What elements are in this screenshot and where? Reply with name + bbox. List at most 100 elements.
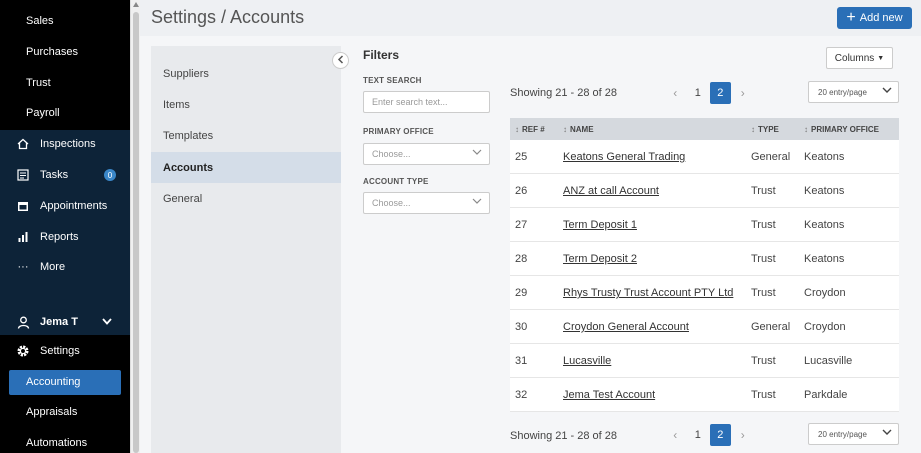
account-name-link[interactable]: Lucasville xyxy=(563,344,611,378)
cell-ref: 27 xyxy=(515,219,528,231)
account-name-link[interactable]: Rhys Trusty Trust Account PTY Ltd xyxy=(563,276,733,310)
per-page-select-bottom[interactable]: 20 entry/page xyxy=(808,423,899,445)
sidebar-item-label: Reports xyxy=(40,231,79,243)
sidebar-item-more[interactable]: ··· More xyxy=(0,252,130,282)
settings-nav-suppliers[interactable]: Suppliers xyxy=(151,58,341,89)
page-2-button[interactable]: 2 xyxy=(710,424,731,446)
column-header-label: TYPE xyxy=(758,124,779,134)
per-page-value: 20 entry/page xyxy=(818,87,867,97)
column-header-type[interactable]: ↕ TYPE xyxy=(751,118,779,140)
primary-office-label: PRIMARY OFFICE xyxy=(363,127,434,136)
sidebar-scrollbar[interactable] xyxy=(130,0,140,453)
page-2-button[interactable]: 2 xyxy=(710,82,731,104)
column-header-primary-office[interactable]: ↕ PRIMARY OFFICE xyxy=(804,118,879,140)
next-page-icon[interactable]: › xyxy=(733,424,754,446)
table-row: 32 Jema Test Account Trust Parkdale xyxy=(510,378,899,412)
collapse-nav-button[interactable] xyxy=(332,52,349,69)
column-header-label: REF # xyxy=(522,124,545,134)
table-row: 31 Lucasville Trust Lucasville xyxy=(510,344,899,378)
user-menu[interactable]: Jema T xyxy=(0,307,130,337)
add-new-label: Add new xyxy=(859,12,903,24)
account-name-link[interactable]: Croydon General Account xyxy=(563,310,689,344)
cell-primary-office: Keatons xyxy=(804,219,845,231)
table-header: ↕ REF # ↕ NAME ↕ TYPE ↕ PRIMARY OFFICE xyxy=(510,118,899,140)
cell-ref: 25 xyxy=(515,151,528,163)
cell-ref: 26 xyxy=(515,185,528,197)
sidebar-item-tasks[interactable]: Tasks 0 xyxy=(0,160,130,190)
prev-page-icon[interactable]: ‹ xyxy=(665,82,686,104)
sidebar-item-accounting[interactable]: Accounting xyxy=(0,367,130,397)
settings-nav-templates[interactable]: Templates xyxy=(151,120,341,151)
calendar-icon xyxy=(16,199,30,213)
settings-nav: Suppliers Items Templates Accounts Gener… xyxy=(151,46,341,453)
scroll-up-arrow-icon[interactable] xyxy=(133,2,139,7)
sidebar-item-purchases[interactable]: Purchases xyxy=(0,37,130,67)
sidebar-item-label: More xyxy=(40,261,66,273)
account-name-link[interactable]: Term Deposit 1 xyxy=(563,208,637,242)
account-name-link[interactable]: Keatons General Trading xyxy=(563,140,685,174)
settings-nav-general[interactable]: General xyxy=(151,183,341,214)
account-name-link[interactable]: Jema Test Account xyxy=(563,378,655,412)
cell-ref: 32 xyxy=(515,389,528,401)
settings-nav-accounts[interactable]: Accounts xyxy=(151,152,341,183)
columns-button[interactable]: Columns ▼ xyxy=(826,47,893,69)
sort-icon: ↕ xyxy=(563,124,567,134)
sidebar-item-settings[interactable]: Settings xyxy=(0,336,130,366)
account-name-link[interactable]: Term Deposit 2 xyxy=(563,242,637,276)
primary-office-value: Choose... xyxy=(372,149,411,159)
sidebar-item-label: Automations xyxy=(26,437,88,449)
sort-icon: ↕ xyxy=(804,124,808,134)
user-name: Jema T xyxy=(40,316,78,328)
page-1-button[interactable]: 1 xyxy=(688,424,709,446)
sidebar-item-reports[interactable]: Reports xyxy=(0,222,130,252)
chevron-down-icon xyxy=(102,316,112,328)
cell-type: Trust xyxy=(751,389,776,401)
pagination-bottom: ‹ 1 2 › xyxy=(665,424,755,446)
cell-type: Trust xyxy=(751,185,776,197)
column-header-ref[interactable]: ↕ REF # xyxy=(515,118,545,140)
sidebar-item-sales[interactable]: Sales xyxy=(0,6,130,36)
account-type-value: Choose... xyxy=(372,198,411,208)
table-row: 25 Keatons General Trading General Keatons xyxy=(510,140,899,174)
cell-type: Trust xyxy=(751,355,776,367)
cell-type: Trust xyxy=(751,219,776,231)
sidebar-item-payroll[interactable]: Payroll xyxy=(0,98,130,128)
scrollbar-thumb[interactable] xyxy=(133,12,139,453)
chevron-left-icon xyxy=(337,54,344,67)
sidebar-item-label: Sales xyxy=(26,15,54,27)
sidebar-item-appraisals[interactable]: Appraisals xyxy=(0,397,130,427)
per-page-select[interactable]: 20 entry/page xyxy=(808,81,899,103)
sidebar-item-label: Settings xyxy=(40,345,80,357)
next-page-icon[interactable]: › xyxy=(733,82,754,104)
settings-nav-items[interactable]: Items xyxy=(151,89,341,120)
prev-page-icon[interactable]: ‹ xyxy=(665,424,686,446)
page-1-button[interactable]: 1 xyxy=(688,82,709,104)
text-search-input[interactable]: Enter search text... xyxy=(363,91,490,113)
tasks-count-badge: 0 xyxy=(104,169,116,181)
home-search-icon xyxy=(16,137,30,151)
column-header-name[interactable]: ↕ NAME xyxy=(563,118,594,140)
column-header-label: NAME xyxy=(570,124,594,134)
columns-label: Columns xyxy=(834,52,875,64)
user-icon xyxy=(16,315,30,329)
cell-type: General xyxy=(751,151,791,163)
pagination-top: ‹ 1 2 › xyxy=(665,82,755,104)
sidebar-item-automations[interactable]: Automations xyxy=(0,428,130,453)
account-type-select[interactable]: Choose... xyxy=(363,192,490,214)
plus-icon: + xyxy=(846,9,856,26)
sidebar-item-label: Appointments xyxy=(40,200,108,212)
chevron-down-icon xyxy=(472,148,482,158)
sidebar-item-appointments[interactable]: Appointments xyxy=(0,191,130,221)
account-name-link[interactable]: ANZ at call Account xyxy=(563,174,659,208)
caret-down-icon: ▼ xyxy=(877,54,885,62)
sidebar-item-inspections[interactable]: Inspections xyxy=(0,129,130,159)
account-type-label: ACCOUNT TYPE xyxy=(363,177,429,186)
sidebar-item-trust[interactable]: Trust xyxy=(0,68,130,98)
filters-title: Filters xyxy=(363,48,400,62)
text-search-label: TEXT SEARCH xyxy=(363,76,422,85)
cell-ref: 28 xyxy=(515,253,528,265)
bar-chart-icon xyxy=(16,230,30,244)
primary-office-select[interactable]: Choose... xyxy=(363,143,490,165)
add-new-button[interactable]: + Add new xyxy=(837,7,912,29)
cell-type: Trust xyxy=(751,253,776,265)
